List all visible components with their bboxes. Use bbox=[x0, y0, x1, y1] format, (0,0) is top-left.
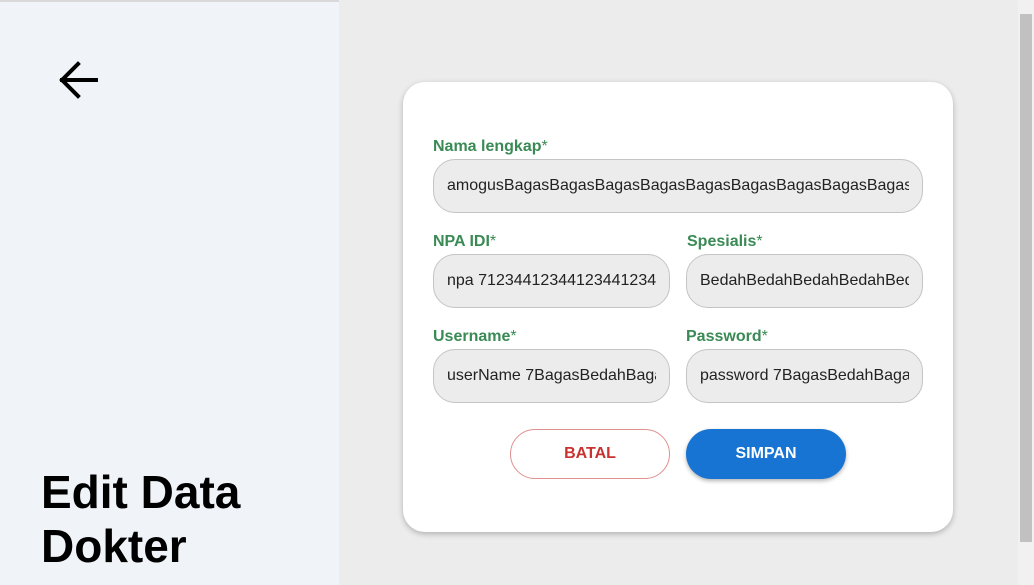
left-panel: Edit Data Dokter bbox=[0, 0, 339, 585]
npa-idi-label: NPA IDI* bbox=[433, 233, 496, 251]
page-scrollbar[interactable] bbox=[1018, 0, 1034, 585]
spesialis-label: Spesialis* bbox=[687, 233, 763, 251]
scrollbar-thumb[interactable] bbox=[1020, 14, 1032, 542]
edit-doctor-form-card: Nama lengkap* NPA IDI* Spesialis* Userna… bbox=[403, 82, 953, 532]
username-input[interactable] bbox=[433, 349, 670, 403]
required-mark: * bbox=[756, 233, 763, 250]
arrow-left-icon bbox=[59, 61, 98, 99]
nama-lengkap-label-text: Nama lengkap bbox=[433, 138, 542, 155]
npa-idi-input[interactable] bbox=[433, 254, 670, 308]
spesialis-input[interactable] bbox=[686, 254, 923, 308]
back-button[interactable] bbox=[52, 54, 104, 106]
npa-idi-label-text: NPA IDI bbox=[433, 233, 490, 250]
username-label-text: Username bbox=[433, 328, 511, 345]
required-mark: * bbox=[541, 138, 548, 155]
spesialis-label-text: Spesialis bbox=[687, 233, 757, 250]
cancel-button[interactable]: BATAL bbox=[510, 429, 670, 479]
required-mark: * bbox=[761, 328, 768, 345]
password-label: Password* bbox=[686, 328, 768, 346]
save-button[interactable]: SIMPAN bbox=[686, 429, 846, 479]
nama-lengkap-input[interactable] bbox=[433, 159, 923, 213]
password-input[interactable] bbox=[686, 349, 923, 403]
required-mark: * bbox=[489, 233, 497, 250]
username-label: Username* bbox=[433, 328, 517, 346]
required-mark: * bbox=[510, 328, 517, 345]
nama-lengkap-label: Nama lengkap* bbox=[433, 138, 548, 156]
password-label-text: Password bbox=[686, 328, 762, 345]
page-title: Edit Data Dokter bbox=[41, 466, 241, 572]
